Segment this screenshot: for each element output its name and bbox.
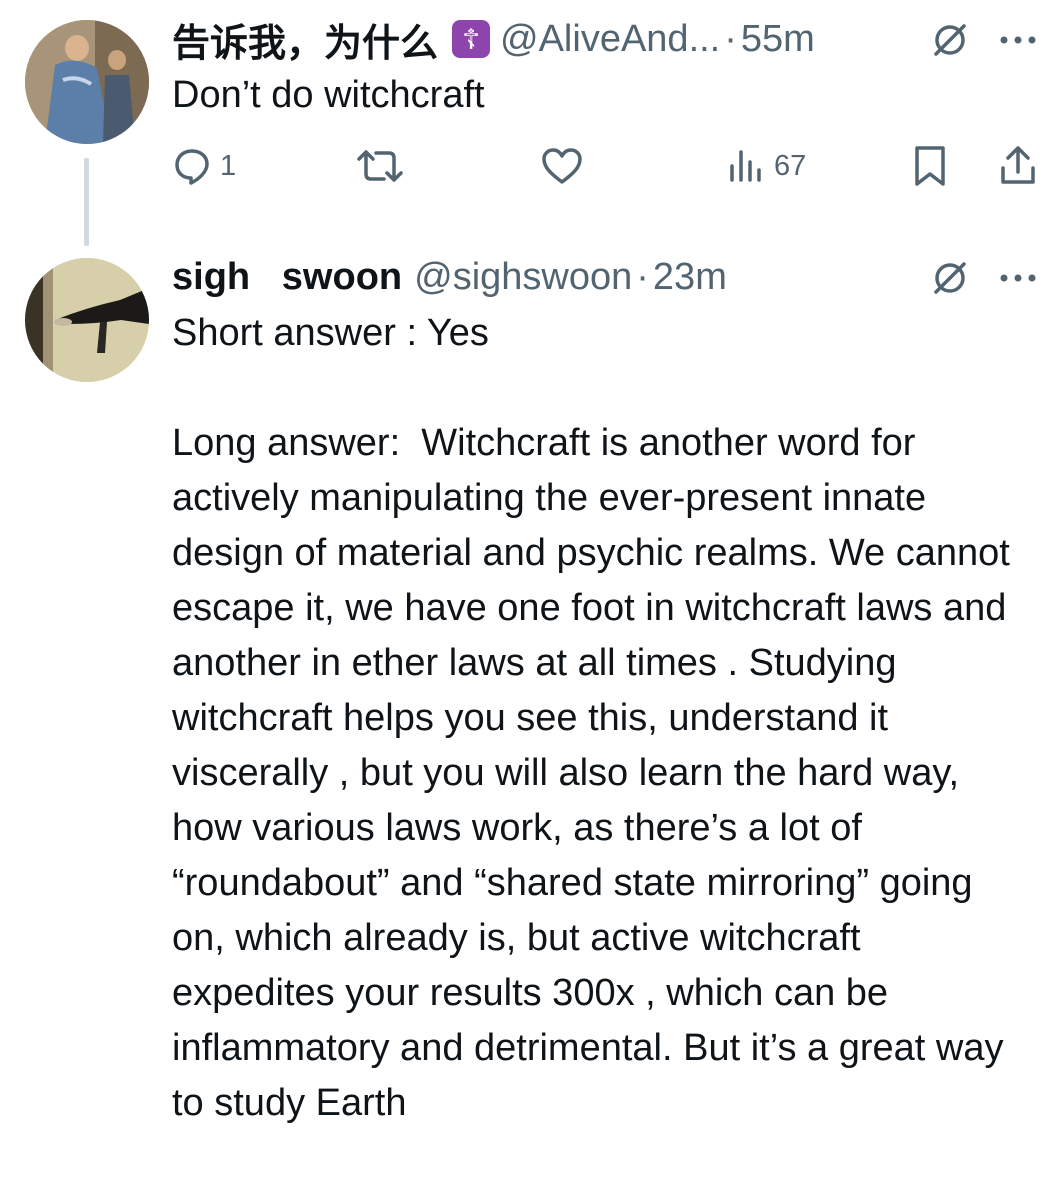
tweet-text: Don’t do witchcraft bbox=[172, 74, 485, 116]
display-name[interactable]: sigh swoon bbox=[172, 256, 402, 299]
avatar[interactable] bbox=[25, 258, 149, 382]
reply-icon bbox=[175, 149, 209, 185]
views-button[interactable]: 67 bbox=[726, 138, 806, 194]
like-button[interactable] bbox=[540, 138, 584, 194]
orthodox-cross-badge-icon: ☦ bbox=[452, 20, 491, 58]
bookmark-icon bbox=[915, 146, 945, 186]
grok-icon[interactable] bbox=[930, 20, 970, 60]
grok-icon[interactable] bbox=[930, 258, 970, 298]
retweet-icon bbox=[357, 150, 403, 182]
bookmark-button[interactable] bbox=[910, 138, 950, 194]
reply-button[interactable]: 1 bbox=[172, 138, 236, 194]
handle[interactable]: @sighswoon bbox=[414, 256, 632, 299]
avatar[interactable] bbox=[25, 20, 149, 144]
like-icon bbox=[542, 148, 582, 184]
tweet2-header: sigh swoon @sighswoon · 23m bbox=[172, 256, 727, 298]
more-icon[interactable] bbox=[998, 30, 1038, 50]
tweet1-header: 告诉我，为什么 ☦ @AliveAnd... · 55m bbox=[172, 17, 815, 65]
separator: · bbox=[724, 17, 737, 60]
avatar-photo-image bbox=[25, 258, 149, 382]
thread-line bbox=[84, 158, 89, 246]
handle[interactable]: @AliveAnd... bbox=[500, 18, 720, 61]
reply-count: 1 bbox=[220, 149, 237, 182]
more-icon[interactable] bbox=[998, 268, 1038, 288]
timestamp[interactable]: 23m bbox=[653, 256, 727, 299]
share-icon bbox=[1001, 146, 1035, 184]
display-name[interactable]: 告诉我，为什么 bbox=[172, 12, 438, 67]
tweet-text: Short answer : Yes Long answer: Witchcra… bbox=[172, 312, 1010, 1124]
tweet1-action-bar: 1 67 bbox=[172, 138, 1043, 194]
avatar-painting-image bbox=[25, 20, 149, 144]
views-icon bbox=[730, 150, 761, 182]
timestamp[interactable]: 55m bbox=[741, 18, 815, 61]
share-button[interactable] bbox=[998, 138, 1038, 194]
separator: · bbox=[636, 255, 649, 298]
retweet-button[interactable] bbox=[356, 138, 404, 194]
views-count: 67 bbox=[774, 149, 807, 182]
